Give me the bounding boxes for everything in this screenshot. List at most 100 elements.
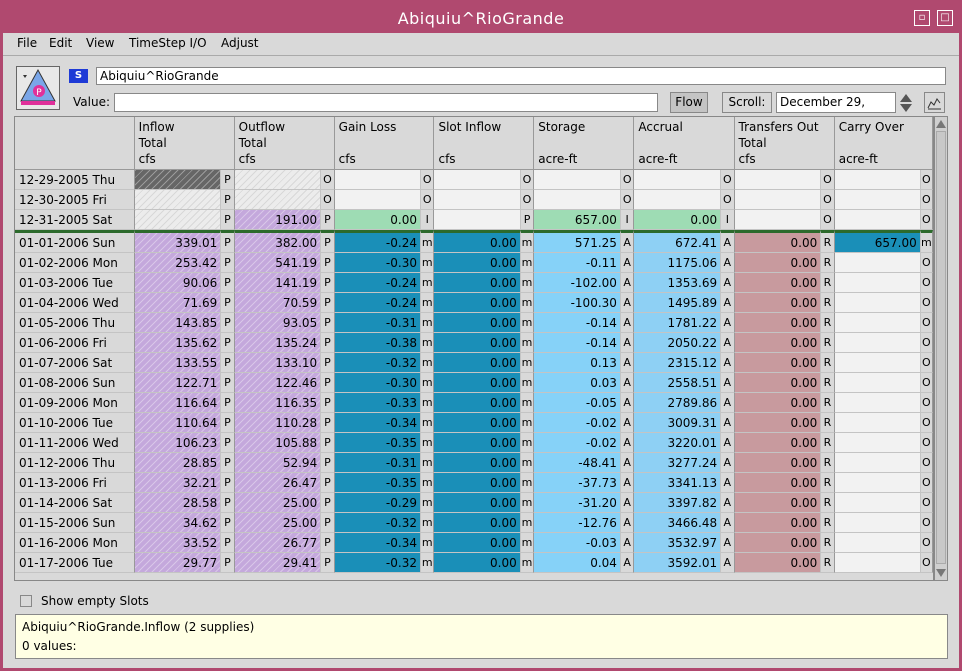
- value-cell[interactable]: 1175.06: [634, 253, 722, 273]
- value-cell[interactable]: 0.13: [534, 353, 621, 373]
- vertical-scrollbar[interactable]: [934, 116, 948, 581]
- value-cell[interactable]: 0.00: [434, 533, 521, 553]
- value-cell[interactable]: [834, 393, 921, 413]
- value-cell[interactable]: [834, 513, 921, 533]
- value-cell[interactable]: 0.00: [434, 493, 521, 513]
- value-cell[interactable]: -0.03: [534, 533, 621, 553]
- value-cell[interactable]: 1353.69: [634, 273, 722, 293]
- title-bar[interactable]: Abiquiu^RioGrande ▫ □: [3, 3, 959, 33]
- value-cell[interactable]: [834, 413, 921, 433]
- menu-file[interactable]: File: [17, 36, 37, 50]
- row-date[interactable]: 01-05-2006 Thu: [15, 313, 135, 333]
- value-cell[interactable]: -0.24: [334, 273, 421, 293]
- value-cell[interactable]: 0.00: [334, 210, 421, 230]
- value-cell[interactable]: [234, 190, 322, 210]
- column-header[interactable]: Gain Loss cfs: [334, 117, 435, 170]
- value-cell[interactable]: 0.00: [734, 533, 822, 553]
- value-cell[interactable]: 29.77: [134, 553, 222, 573]
- row-date[interactable]: 01-11-2006 Wed: [15, 433, 135, 453]
- value-cell[interactable]: [734, 210, 822, 230]
- value-cell[interactable]: [834, 293, 921, 313]
- value-cell[interactable]: 191.00: [234, 210, 322, 230]
- value-cell[interactable]: [434, 190, 521, 210]
- value-cell[interactable]: 2558.51: [634, 373, 722, 393]
- value-cell[interactable]: -0.32: [334, 553, 421, 573]
- value-cell[interactable]: 0.00: [434, 293, 521, 313]
- value-cell[interactable]: -0.30: [334, 373, 421, 393]
- value-cell[interactable]: [734, 190, 822, 210]
- row-date[interactable]: 01-07-2006 Sat: [15, 353, 135, 373]
- value-cell[interactable]: [534, 190, 621, 210]
- value-cell[interactable]: -12.76: [534, 513, 621, 533]
- value-cell[interactable]: [834, 553, 921, 573]
- row-date[interactable]: 01-01-2006 Sun: [15, 230, 135, 253]
- value-cell[interactable]: 0.00: [734, 253, 822, 273]
- value-cell[interactable]: -31.20: [534, 493, 621, 513]
- value-cell[interactable]: 0.04: [534, 553, 621, 573]
- value-cell[interactable]: 657.00: [534, 210, 621, 230]
- row-date[interactable]: 01-15-2006 Sun: [15, 513, 135, 533]
- row-date[interactable]: 12-29-2005 Thu: [15, 170, 135, 190]
- value-cell[interactable]: -0.32: [334, 513, 421, 533]
- value-cell[interactable]: 0.00: [734, 230, 822, 253]
- value-cell[interactable]: -0.35: [334, 433, 421, 453]
- value-cell[interactable]: 0.00: [734, 453, 822, 473]
- value-cell[interactable]: 0.00: [734, 293, 822, 313]
- value-cell[interactable]: -100.30: [534, 293, 621, 313]
- row-date[interactable]: 12-31-2005 Sat: [15, 210, 135, 230]
- menu-view[interactable]: View: [86, 36, 114, 50]
- value-cell[interactable]: [834, 373, 921, 393]
- value-cell[interactable]: 3277.24: [634, 453, 722, 473]
- scroll-date-field[interactable]: December 29, 2005: [776, 92, 896, 128]
- value-cell[interactable]: -0.11: [534, 253, 621, 273]
- value-cell[interactable]: -0.34: [334, 413, 421, 433]
- value-cell[interactable]: 0.00: [734, 413, 822, 433]
- value-cell[interactable]: 0.00: [434, 230, 521, 253]
- row-date[interactable]: 01-17-2006 Tue: [15, 553, 135, 573]
- value-cell[interactable]: 26.77: [234, 533, 322, 553]
- value-cell[interactable]: [834, 473, 921, 493]
- value-cell[interactable]: -0.38: [334, 333, 421, 353]
- value-cell[interactable]: 571.25: [534, 230, 621, 253]
- value-cell[interactable]: 0.00: [434, 453, 521, 473]
- value-cell[interactable]: [634, 190, 722, 210]
- value-cell[interactable]: 0.00: [734, 473, 822, 493]
- row-date[interactable]: 01-02-2006 Mon: [15, 253, 135, 273]
- column-header[interactable]: Outflow Total cfs: [234, 117, 335, 170]
- value-cell[interactable]: 0.00: [434, 393, 521, 413]
- value-cell[interactable]: 0.00: [734, 313, 822, 333]
- value-cell[interactable]: [834, 210, 921, 230]
- column-header[interactable]: Inflow Total cfs: [134, 117, 235, 170]
- menu-timestep-io[interactable]: TimeStep I/O: [129, 36, 207, 50]
- value-cell[interactable]: 71.69: [134, 293, 222, 313]
- value-cell[interactable]: 135.62: [134, 333, 222, 353]
- value-cell[interactable]: 0.00: [434, 553, 521, 573]
- value-cell[interactable]: 32.21: [134, 473, 222, 493]
- value-cell[interactable]: 122.71: [134, 373, 222, 393]
- row-date[interactable]: 01-09-2006 Mon: [15, 393, 135, 413]
- value-cell[interactable]: 0.00: [734, 493, 822, 513]
- value-cell[interactable]: 3341.13: [634, 473, 722, 493]
- value-cell[interactable]: 3532.97: [634, 533, 722, 553]
- scroll-thumb[interactable]: [936, 131, 946, 564]
- value-cell[interactable]: 135.24: [234, 333, 322, 353]
- value-cell[interactable]: 0.00: [734, 333, 822, 353]
- value-cell[interactable]: [634, 170, 722, 190]
- value-cell[interactable]: -0.24: [334, 230, 421, 253]
- value-cell[interactable]: -0.35: [334, 473, 421, 493]
- value-cell[interactable]: 657.00: [834, 230, 921, 253]
- value-cell[interactable]: -48.41: [534, 453, 621, 473]
- value-cell[interactable]: 2315.12: [634, 353, 722, 373]
- value-cell[interactable]: 0.00: [434, 413, 521, 433]
- value-cell[interactable]: 0.00: [434, 313, 521, 333]
- row-date[interactable]: 01-06-2006 Fri: [15, 333, 135, 353]
- column-header[interactable]: Transfers Out Total cfs: [734, 117, 835, 170]
- value-cell[interactable]: -0.30: [334, 253, 421, 273]
- value-cell[interactable]: -37.73: [534, 473, 621, 493]
- value-cell[interactable]: [434, 170, 521, 190]
- value-cell[interactable]: 3592.01: [634, 553, 722, 573]
- value-cell[interactable]: [834, 533, 921, 553]
- row-date[interactable]: 01-08-2006 Sun: [15, 373, 135, 393]
- value-cell[interactable]: 3397.82: [634, 493, 722, 513]
- value-cell[interactable]: 0.00: [734, 373, 822, 393]
